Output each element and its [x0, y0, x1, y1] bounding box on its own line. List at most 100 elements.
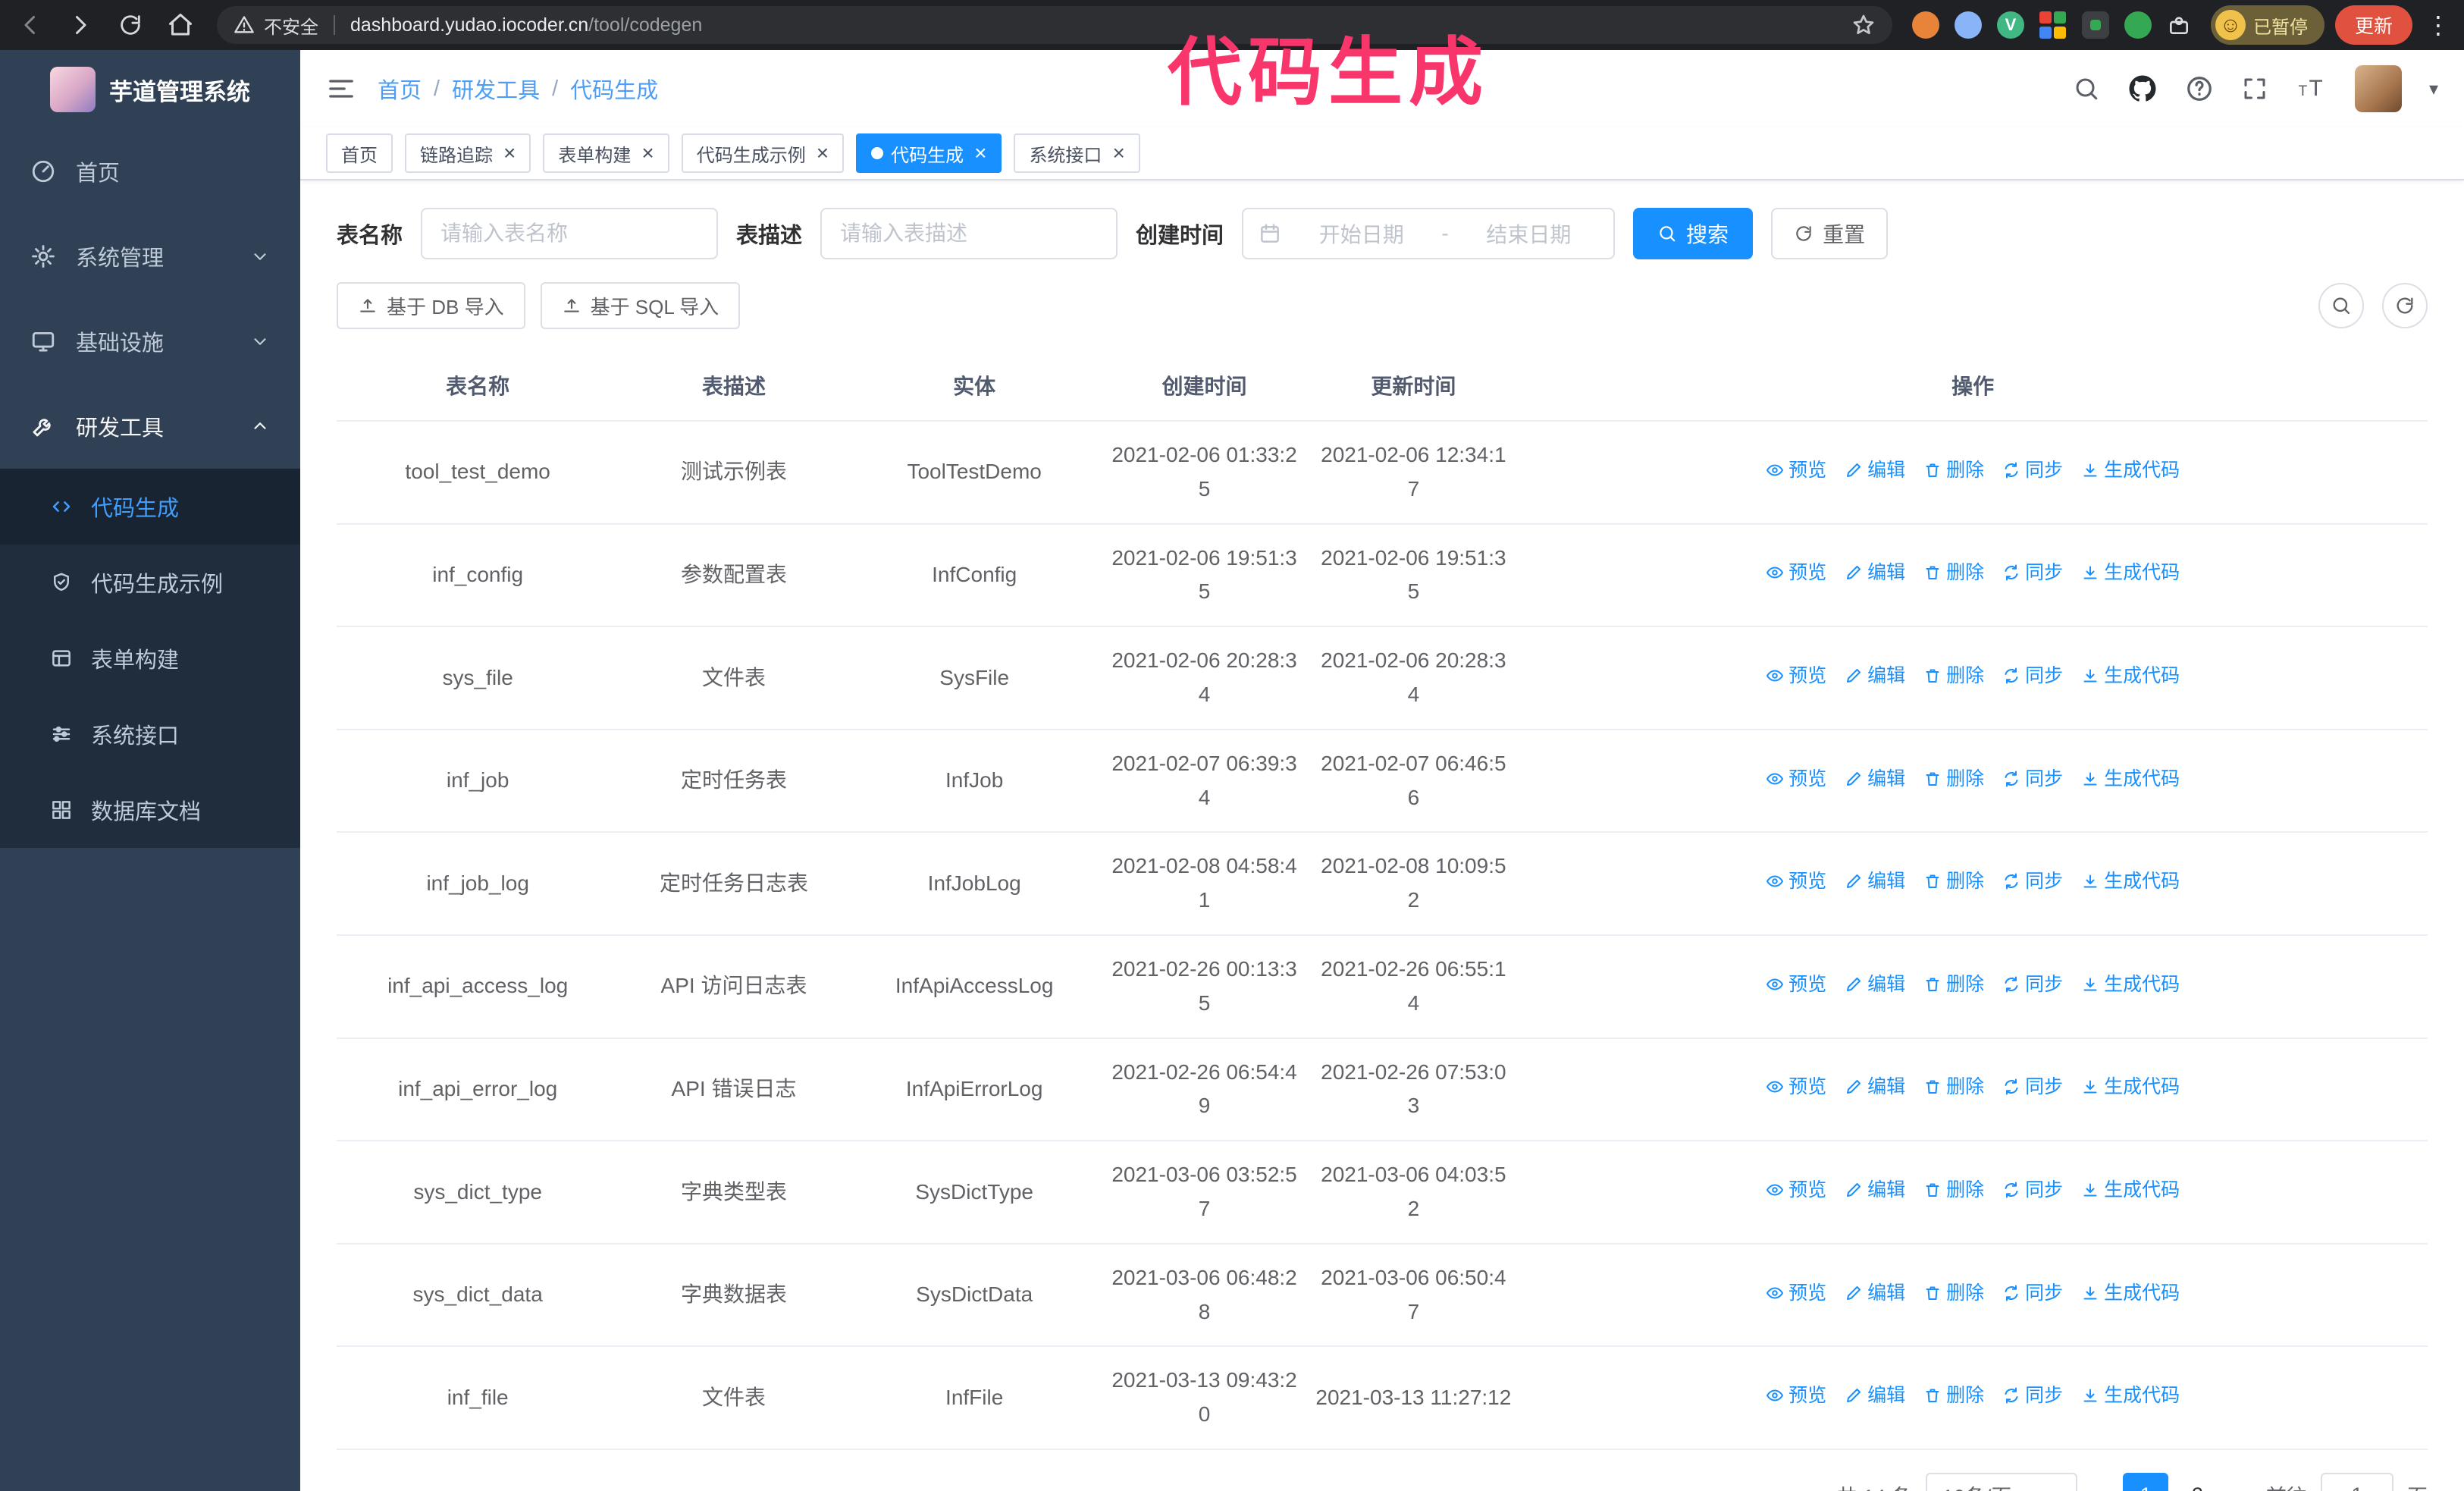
row-action-edit[interactable]: 编辑: [1845, 969, 1905, 1000]
close-tab-icon[interactable]: ×: [817, 143, 829, 164]
page-number-button[interactable]: 2: [2174, 1473, 2220, 1491]
extension-icon-6[interactable]: [2124, 11, 2152, 39]
toggle-search-button[interactable]: [2318, 283, 2364, 328]
github-icon[interactable]: [2127, 74, 2158, 104]
table-desc-input[interactable]: [820, 208, 1118, 259]
row-action-edit[interactable]: 编辑: [1845, 661, 1905, 691]
vue-devtools-icon[interactable]: V: [1996, 11, 2024, 39]
row-action-trash[interactable]: 删除: [1923, 1175, 1984, 1205]
row-action-download[interactable]: 生成代码: [2081, 969, 2180, 1000]
row-action-trash[interactable]: 删除: [1923, 1278, 1984, 1308]
row-action-edit[interactable]: 编辑: [1845, 1175, 1905, 1205]
row-action-trash[interactable]: 删除: [1923, 866, 1984, 896]
sidebar-subitem-db-doc[interactable]: 数据库文档: [0, 772, 300, 848]
date-range-picker[interactable]: 开始日期 - 结束日期: [1242, 208, 1616, 259]
goto-page-input[interactable]: [2321, 1472, 2393, 1491]
row-action-edit[interactable]: 编辑: [1845, 557, 1905, 588]
tab-item[interactable]: 代码生成 ×: [856, 133, 1002, 173]
row-action-trash[interactable]: 删除: [1923, 1380, 1984, 1411]
sidebar-subitem-codegen-demo[interactable]: 代码生成示例: [0, 545, 300, 620]
row-action-trash[interactable]: 删除: [1923, 557, 1984, 588]
row-action-edit[interactable]: 编辑: [1845, 1380, 1905, 1411]
next-page-button[interactable]: ›: [2237, 1481, 2252, 1491]
row-action-trash[interactable]: 删除: [1923, 455, 1984, 485]
sidebar-item-home[interactable]: 首页: [0, 129, 300, 214]
row-action-sync[interactable]: 同步: [2002, 557, 2063, 588]
search-button[interactable]: 搜索: [1633, 208, 1754, 259]
row-action-trash[interactable]: 删除: [1923, 969, 1984, 1000]
font-size-icon[interactable]: TT: [2296, 73, 2328, 105]
sidebar-item-system[interactable]: 系统管理: [0, 214, 300, 299]
row-action-trash[interactable]: 删除: [1923, 1072, 1984, 1102]
sidebar-subitem-system-api[interactable]: 系统接口: [0, 696, 300, 772]
fullscreen-icon[interactable]: [2241, 75, 2268, 102]
page-size-select[interactable]: 10条/页 ▾: [1925, 1472, 2077, 1491]
address-bar[interactable]: 不安全 dashboard.yudao.iocoder.cn/tool/code…: [217, 6, 1892, 44]
row-action-eye[interactable]: 预览: [1766, 1175, 1826, 1205]
row-action-sync[interactable]: 同步: [2002, 764, 2063, 794]
row-action-edit[interactable]: 编辑: [1845, 455, 1905, 485]
extension-icon-5[interactable]: [2081, 11, 2109, 39]
sidebar-item-devtools[interactable]: 研发工具: [0, 384, 300, 469]
tab-item[interactable]: 表单构建 ×: [543, 133, 669, 173]
row-action-edit[interactable]: 编辑: [1845, 764, 1905, 794]
extension-icon-2[interactable]: [1954, 11, 1982, 39]
tab-item[interactable]: 系统接口 ×: [1014, 133, 1140, 173]
extension-icon-4[interactable]: [2039, 11, 2067, 39]
row-action-sync[interactable]: 同步: [2002, 455, 2063, 485]
breadcrumb-item[interactable]: 研发工具: [452, 73, 540, 105]
row-action-sync[interactable]: 同步: [2002, 1380, 2063, 1411]
row-action-eye[interactable]: 预览: [1766, 661, 1826, 691]
row-action-trash[interactable]: 删除: [1923, 661, 1984, 691]
row-action-download[interactable]: 生成代码: [2081, 1278, 2180, 1308]
row-action-eye[interactable]: 预览: [1766, 1072, 1826, 1102]
tab-item[interactable]: 首页: [326, 133, 393, 173]
user-avatar[interactable]: [2354, 65, 2402, 112]
tab-item[interactable]: 链路追踪 ×: [405, 133, 531, 173]
sidebar-subitem-codegen[interactable]: 代码生成: [0, 469, 300, 545]
profile-badge[interactable]: ☺ 已暂停: [2210, 5, 2324, 45]
reset-button[interactable]: 重置: [1771, 208, 1889, 259]
update-button[interactable]: 更新: [2334, 5, 2412, 45]
header-search-icon[interactable]: [2073, 75, 2100, 102]
row-action-download[interactable]: 生成代码: [2081, 1380, 2180, 1411]
row-action-download[interactable]: 生成代码: [2081, 866, 2180, 896]
app-logo[interactable]: 芋道管理系统: [0, 50, 300, 129]
hamburger-icon[interactable]: [326, 74, 356, 104]
row-action-sync[interactable]: 同步: [2002, 1175, 2063, 1205]
import-db-button[interactable]: 基于 DB 导入: [337, 282, 525, 329]
row-action-eye[interactable]: 预览: [1766, 1278, 1826, 1308]
help-icon[interactable]: [2185, 74, 2214, 103]
extensions-puzzle-icon[interactable]: [2167, 13, 2191, 37]
forward-icon[interactable]: [64, 8, 97, 42]
prev-page-button[interactable]: ‹: [2091, 1481, 2107, 1491]
row-action-eye[interactable]: 预览: [1766, 1380, 1826, 1411]
row-action-eye[interactable]: 预览: [1766, 866, 1826, 896]
row-action-download[interactable]: 生成代码: [2081, 661, 2180, 691]
row-action-sync[interactable]: 同步: [2002, 866, 2063, 896]
close-tab-icon[interactable]: ×: [503, 143, 516, 164]
row-action-sync[interactable]: 同步: [2002, 661, 2063, 691]
home-icon[interactable]: [164, 8, 197, 42]
row-action-eye[interactable]: 预览: [1766, 455, 1826, 485]
table-name-input[interactable]: [421, 208, 719, 259]
breadcrumb-item[interactable]: 首页: [378, 73, 422, 105]
refresh-table-button[interactable]: [2382, 283, 2428, 328]
extension-icon-1[interactable]: [1911, 11, 1939, 39]
row-action-eye[interactable]: 预览: [1766, 557, 1826, 588]
row-action-trash[interactable]: 删除: [1923, 764, 1984, 794]
row-action-edit[interactable]: 编辑: [1845, 1072, 1905, 1102]
import-sql-button[interactable]: 基于 SQL 导入: [540, 282, 741, 329]
back-icon[interactable]: [14, 8, 47, 42]
row-action-download[interactable]: 生成代码: [2081, 557, 2180, 588]
sidebar-subitem-form-builder[interactable]: 表单构建: [0, 620, 300, 696]
row-action-download[interactable]: 生成代码: [2081, 764, 2180, 794]
row-action-download[interactable]: 生成代码: [2081, 1175, 2180, 1205]
row-action-sync[interactable]: 同步: [2002, 969, 2063, 1000]
close-tab-icon[interactable]: ×: [641, 143, 654, 164]
row-action-edit[interactable]: 编辑: [1845, 866, 1905, 896]
tab-item[interactable]: 代码生成示例 ×: [681, 133, 845, 173]
browser-menu-kebab-icon[interactable]: ⋮: [2426, 13, 2450, 37]
bookmark-star-icon[interactable]: [1851, 13, 1876, 37]
reload-icon[interactable]: [114, 8, 147, 42]
